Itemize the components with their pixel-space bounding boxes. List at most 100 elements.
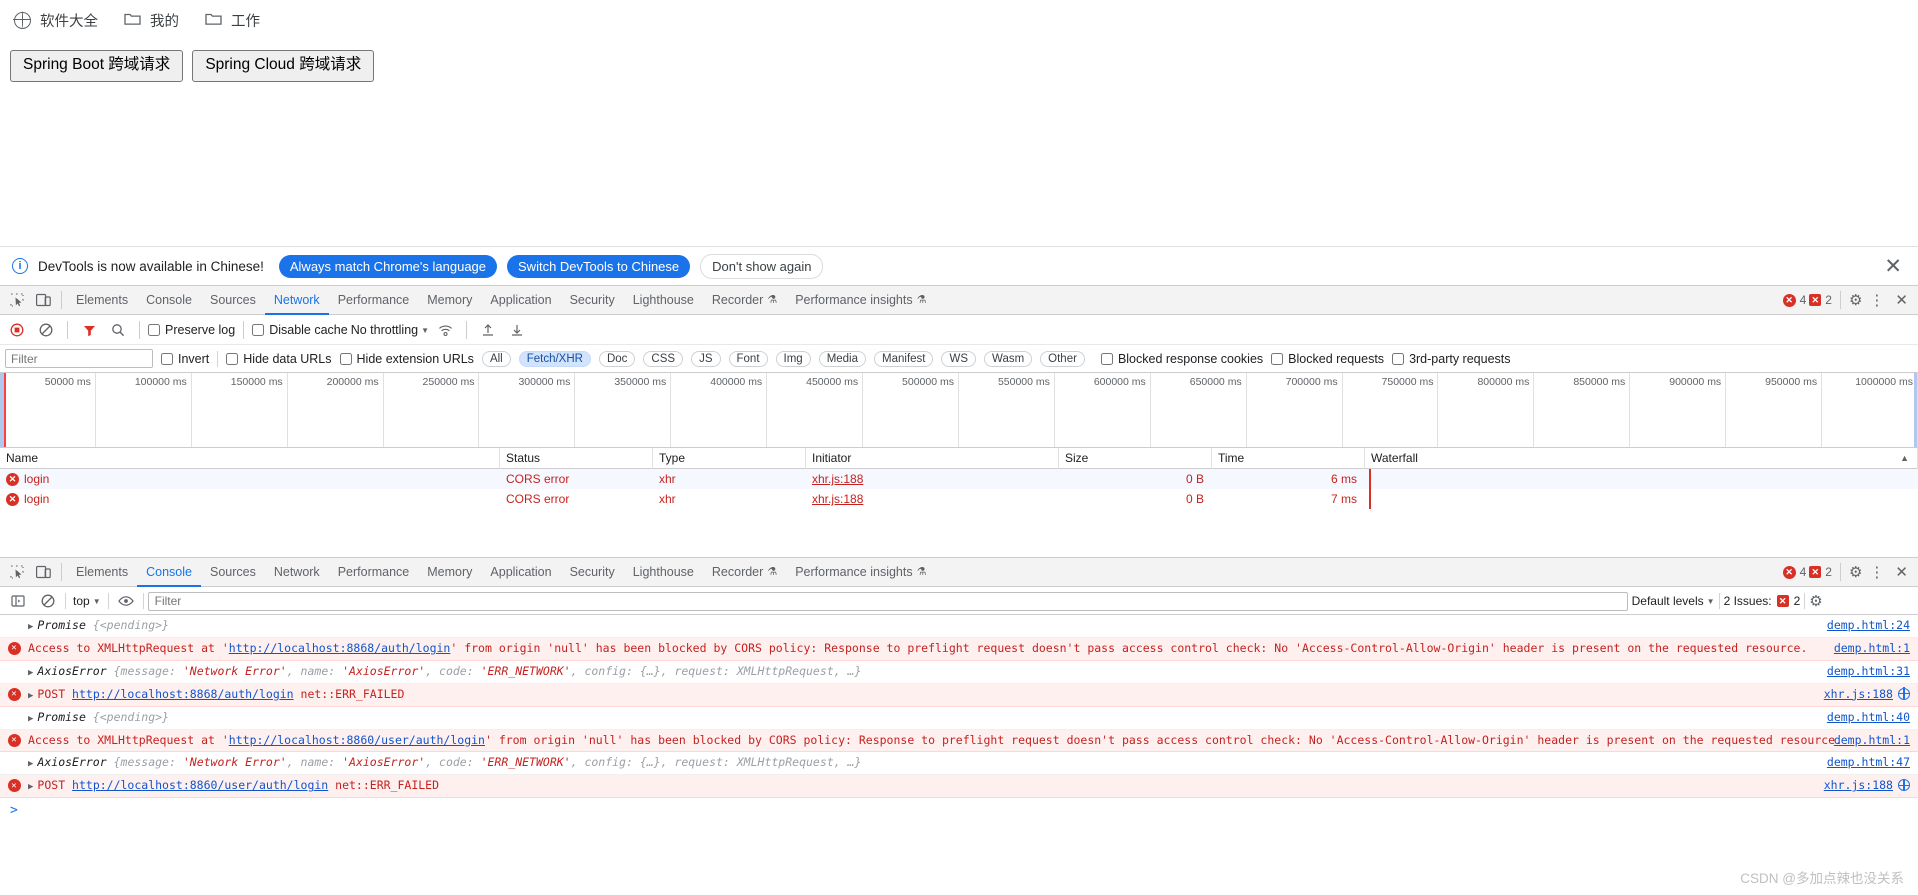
console-log-message[interactable]: ▶ Promise {<pending>} demp.html:40 bbox=[0, 707, 1918, 730]
device-toolbar-icon[interactable] bbox=[30, 287, 56, 313]
filter-funnel-icon[interactable] bbox=[76, 317, 102, 343]
console-message-list[interactable]: ▶ Promise {<pending>} demp.html:24 ✕ Access … bbox=[0, 615, 1918, 895]
console-log-message[interactable]: ▶ AxiosError {message: 'Network Error', n… bbox=[0, 752, 1918, 776]
tab-recorder[interactable]: Recorder ⚗ bbox=[703, 286, 786, 315]
console-log-message[interactable]: ▶ AxiosError {message: 'Network Error', n… bbox=[0, 661, 1918, 684]
drawer-tab-elements[interactable]: Elements bbox=[67, 558, 137, 587]
wifi-icon[interactable] bbox=[432, 317, 458, 343]
hide-extension-urls-checkbox[interactable]: Hide extension URLs bbox=[339, 352, 474, 366]
close-devtools-icon[interactable]: ✕ bbox=[1891, 291, 1912, 309]
bookmark-item-work[interactable]: 工作 bbox=[205, 10, 260, 31]
expand-triangle-icon[interactable]: ▶ bbox=[28, 621, 33, 635]
tab-console[interactable]: Console bbox=[137, 286, 201, 315]
request-name-cell[interactable]: ✕ login bbox=[0, 469, 500, 489]
expand-triangle-icon[interactable]: ▶ bbox=[28, 758, 33, 772]
hide-data-urls-checkbox[interactable]: Hide data URLs bbox=[226, 352, 332, 366]
message-source-link[interactable]: demp.html:47 bbox=[1827, 755, 1910, 769]
gear-icon[interactable]: ⚙ bbox=[1809, 592, 1830, 610]
invert-checkbox[interactable]: Invert bbox=[161, 352, 209, 366]
console-filter-input[interactable] bbox=[147, 591, 1628, 611]
type-filter-media[interactable]: Media bbox=[818, 350, 867, 367]
dont-show-again-button[interactable]: Don't show again bbox=[700, 253, 824, 279]
preserve-log-input[interactable] bbox=[148, 324, 160, 336]
search-icon[interactable] bbox=[105, 317, 131, 343]
invert-input[interactable] bbox=[161, 352, 173, 365]
tab-network[interactable]: Network bbox=[265, 286, 329, 315]
throttling-select[interactable]: No throttling ▼ bbox=[351, 323, 429, 337]
drawer-tab-network[interactable]: Network bbox=[265, 558, 329, 587]
gear-icon[interactable]: ⚙ bbox=[1849, 563, 1862, 581]
blocked-response-cookies-input[interactable] bbox=[1100, 352, 1113, 365]
drawer-tab-performance[interactable]: Performance bbox=[329, 558, 419, 587]
drawer-tab-sources[interactable]: Sources bbox=[201, 558, 265, 587]
tab-security[interactable]: Security bbox=[561, 286, 624, 315]
spring-boot-cors-button[interactable]: Spring Boot 跨域请求 bbox=[10, 50, 184, 82]
expand-triangle-icon[interactable]: ▶ bbox=[28, 713, 33, 727]
blocked-requests-checkbox[interactable]: Blocked requests bbox=[1271, 352, 1384, 366]
type-filter-fetch-xhr[interactable]: Fetch/XHR bbox=[518, 350, 591, 367]
request-initiator[interactable]: xhr.js:188 bbox=[806, 469, 1059, 489]
tab-application[interactable]: Application bbox=[481, 286, 560, 315]
request-url-link[interactable]: http://localhost:8868/auth/login bbox=[229, 641, 451, 655]
spring-cloud-cors-button[interactable]: Spring Cloud 跨域请求 bbox=[192, 50, 375, 82]
column-header-waterfall[interactable]: Waterfall ▲ bbox=[1365, 447, 1918, 469]
tab-memory[interactable]: Memory bbox=[418, 286, 481, 315]
console-error-message[interactable]: ✕ Access to XMLHttpRequest at 'http://loc… bbox=[0, 637, 1918, 661]
drawer-tab-lighthouse[interactable]: Lighthouse bbox=[624, 558, 703, 587]
message-source-link[interactable]: demp.html:24 bbox=[1827, 618, 1910, 632]
live-expression-icon[interactable] bbox=[113, 588, 139, 614]
tab-sources[interactable]: Sources bbox=[201, 286, 265, 315]
message-source-link[interactable]: demp.html:40 bbox=[1827, 710, 1910, 724]
type-filter-all[interactable]: All bbox=[481, 350, 511, 367]
drawer-tab-application[interactable]: Application bbox=[481, 558, 560, 587]
preserve-log-checkbox[interactable]: Preserve log bbox=[148, 323, 235, 337]
type-filter-ws[interactable]: WS bbox=[941, 350, 977, 367]
table-row[interactable]: ✕ login CORS error xhr xhr.js:188 0 B 6 … bbox=[0, 469, 1918, 489]
column-header-type[interactable]: Type bbox=[653, 447, 806, 469]
download-icon[interactable] bbox=[504, 317, 530, 343]
issues-badge[interactable]: 2 Issues: ✕ 2 bbox=[1724, 594, 1801, 608]
more-options-icon[interactable]: ⋮ bbox=[1865, 291, 1888, 309]
bookmark-item-mine[interactable]: 我的 bbox=[124, 10, 179, 31]
blocked-requests-input[interactable] bbox=[1271, 352, 1284, 365]
request-url-link[interactable]: http://localhost:8868/auth/login bbox=[72, 687, 294, 701]
message-source-link[interactable]: xhr.js:188 bbox=[1824, 778, 1910, 792]
device-toolbar-icon[interactable] bbox=[30, 559, 56, 585]
column-header-time[interactable]: Time bbox=[1212, 447, 1365, 469]
type-filter-doc[interactable]: Doc bbox=[598, 350, 636, 367]
warning-count-badge[interactable]: ✕ 2 bbox=[1809, 293, 1832, 307]
drawer-tab-recorder[interactable]: Recorder ⚗ bbox=[703, 558, 786, 587]
message-source-link[interactable]: demp.html:1 bbox=[1834, 641, 1910, 655]
inspect-element-icon[interactable] bbox=[4, 559, 30, 585]
type-filter-wasm[interactable]: Wasm bbox=[984, 350, 1033, 367]
message-source-link[interactable]: demp.html:31 bbox=[1827, 664, 1910, 678]
expand-triangle-icon[interactable]: ▶ bbox=[28, 690, 33, 704]
tab-lighthouse[interactable]: Lighthouse bbox=[624, 286, 703, 315]
column-header-initiator[interactable]: Initiator bbox=[806, 447, 1059, 469]
tab-performance[interactable]: Performance bbox=[329, 286, 419, 315]
initiator-link[interactable]: xhr.js:188 bbox=[812, 472, 863, 486]
request-initiator[interactable]: xhr.js:188 bbox=[806, 489, 1059, 509]
network-overview-timeline[interactable]: 50000 ms 100000 ms 150000 ms 200000 ms 25000… bbox=[0, 373, 1918, 448]
drawer-tab-console[interactable]: Console bbox=[137, 558, 201, 587]
console-error-message[interactable]: ✕ ▶ POST http://localhost:8868/auth/login … bbox=[0, 683, 1918, 707]
expand-triangle-icon[interactable]: ▶ bbox=[28, 781, 33, 795]
hide-extension-urls-input[interactable] bbox=[339, 352, 352, 365]
drawer-tab-memory[interactable]: Memory bbox=[418, 558, 481, 587]
request-name-cell[interactable]: ✕ login bbox=[0, 489, 500, 509]
bookmark-item-software[interactable]: 软件大全 bbox=[13, 10, 98, 31]
clear-console-icon[interactable] bbox=[35, 588, 61, 614]
request-url-link[interactable]: http://localhost:8860/user/auth/login bbox=[72, 778, 328, 792]
type-filter-js[interactable]: JS bbox=[691, 350, 721, 367]
column-header-size[interactable]: Size bbox=[1059, 447, 1212, 469]
console-prompt[interactable]: > bbox=[0, 798, 1918, 822]
execution-context-select[interactable]: top ▼ bbox=[70, 594, 104, 608]
type-filter-css[interactable]: CSS bbox=[643, 350, 684, 367]
warning-count-badge[interactable]: ✕ 2 bbox=[1809, 565, 1832, 579]
type-filter-manifest[interactable]: Manifest bbox=[874, 350, 934, 367]
sidebar-toggle-icon[interactable] bbox=[5, 588, 31, 614]
type-filter-other[interactable]: Other bbox=[1040, 350, 1085, 367]
drawer-tab-performance-insights[interactable]: Performance insights ⚗ bbox=[786, 558, 935, 587]
record-stop-icon[interactable] bbox=[4, 317, 30, 343]
console-log-message[interactable]: ▶ Promise {<pending>} demp.html:24 bbox=[0, 615, 1918, 638]
